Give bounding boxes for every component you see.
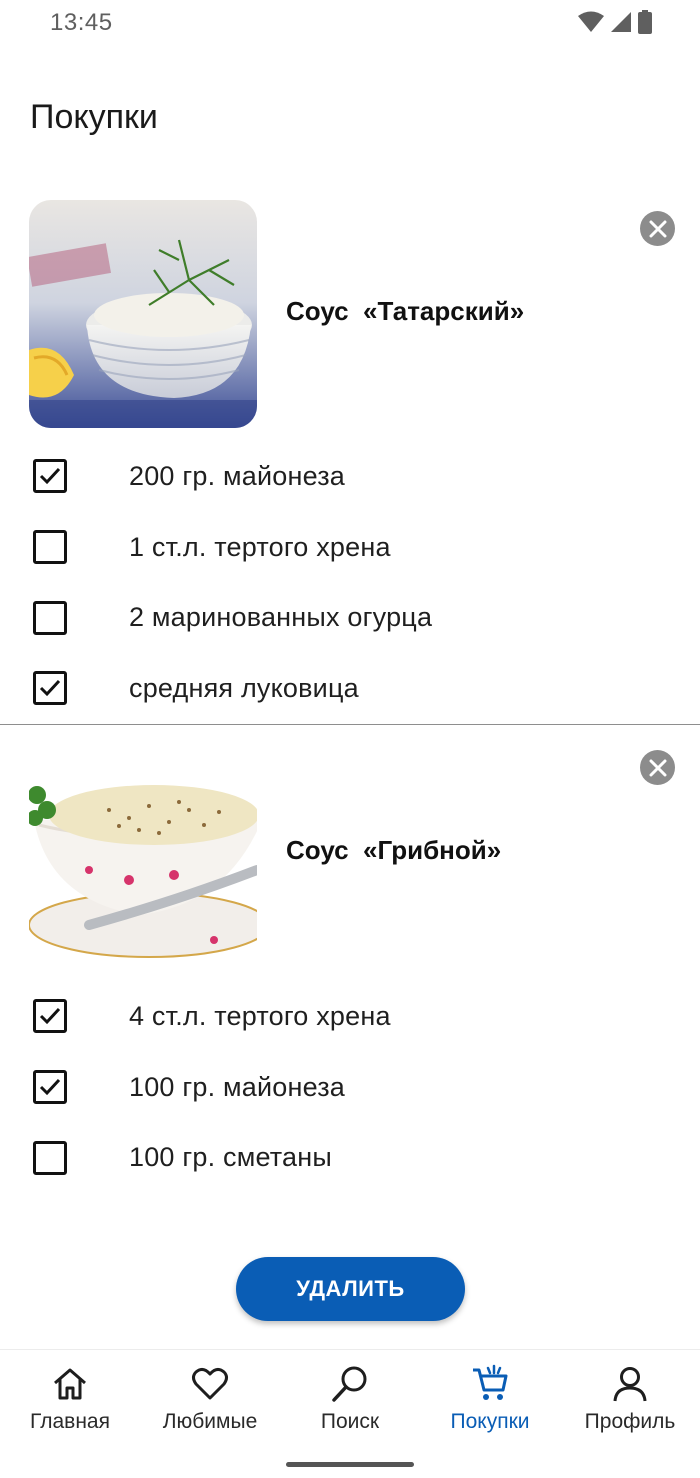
nav-item-profile[interactable]: Профиль xyxy=(560,1364,700,1434)
close-icon xyxy=(649,759,666,776)
ingredient-label: 100 гр. майонеза xyxy=(129,1071,346,1102)
delete-button[interactable]: УДАЛИТЬ xyxy=(236,1257,465,1321)
ingredient-item: 2 маринованных огурца xyxy=(0,582,700,653)
nav-item-search[interactable]: Поиск xyxy=(280,1364,420,1434)
recipe-title: Соус «Татарский» xyxy=(286,296,525,326)
nav-item-home[interactable]: Главная xyxy=(0,1364,140,1434)
battery-icon xyxy=(638,10,652,34)
check-icon xyxy=(39,1008,61,1025)
ingredient-label: средняя луковица xyxy=(129,672,359,703)
ingredient-checkbox[interactable] xyxy=(33,600,67,635)
ingredient-label: 100 гр. сметаны xyxy=(129,1142,332,1173)
nav-item-favorites[interactable]: Любимые xyxy=(140,1364,280,1434)
remove-recipe-button[interactable] xyxy=(640,211,675,246)
close-icon xyxy=(649,220,666,237)
ingredient-checkbox[interactable] xyxy=(33,1140,67,1175)
ingredient-item: 100 гр. сметаны xyxy=(0,1122,700,1193)
ingredient-checkbox[interactable] xyxy=(33,999,67,1034)
nav-label: Любимые xyxy=(162,1410,258,1433)
nav-label: Поиск xyxy=(320,1410,380,1433)
heart-icon xyxy=(192,1367,228,1400)
ingredient-label: 1 ст.л. тертого хрена xyxy=(129,531,391,562)
status-bar: 13:45 xyxy=(0,0,700,48)
search-icon xyxy=(332,1366,367,1402)
nav-label: Профиль xyxy=(584,1410,676,1433)
ingredient-list: 4 ст.л. тертого хрена 100 гр. майонеза 1… xyxy=(0,981,700,1193)
check-icon xyxy=(39,468,61,485)
ingredient-item: 100 гр. майонеза xyxy=(0,1052,700,1123)
ingredient-item: средняя луковица xyxy=(0,653,700,724)
wifi-icon xyxy=(578,11,604,32)
nav-item-shopping[interactable]: Покупки xyxy=(420,1364,560,1434)
nav-label: Главная xyxy=(30,1410,110,1433)
ingredient-item: 4 ст.л. тертого хрена xyxy=(0,981,700,1052)
cellular-signal-icon xyxy=(611,12,631,32)
recipe-image-tartar-sauce xyxy=(29,200,257,428)
profile-icon xyxy=(613,1367,647,1402)
bottom-navigation: Главная Любимые Поиск Покупки Профиль xyxy=(0,1349,700,1478)
home-icon xyxy=(54,1368,86,1400)
remove-recipe-button[interactable] xyxy=(640,750,675,785)
recipe-title: Соус «Грибной» xyxy=(286,835,502,865)
ingredient-label: 2 маринованных огурца xyxy=(129,602,433,633)
ingredient-checkbox[interactable] xyxy=(33,530,67,565)
nav-label: Покупки xyxy=(450,1410,530,1433)
status-icons xyxy=(578,10,652,34)
ingredient-list: 200 гр. майонеза 1 ст.л. тертого хрена 2… xyxy=(0,441,700,724)
ingredient-item: 200 гр. майонеза xyxy=(0,441,700,512)
card-divider xyxy=(0,724,700,725)
ingredient-label: 4 ст.л. тертого хрена xyxy=(129,1000,391,1031)
check-icon xyxy=(39,1079,61,1096)
home-indicator[interactable] xyxy=(286,1462,414,1467)
ingredient-checkbox[interactable] xyxy=(33,1070,67,1105)
ingredient-checkbox[interactable] xyxy=(33,671,67,706)
check-icon xyxy=(39,680,61,697)
status-time: 13:45 xyxy=(50,9,113,36)
recipe-image-mushroom-sauce xyxy=(29,740,257,967)
ingredient-item: 1 ст.л. тертого хрена xyxy=(0,512,700,583)
ingredient-checkbox[interactable] xyxy=(33,459,67,494)
cart-icon xyxy=(473,1364,508,1400)
ingredient-label: 200 гр. майонеза xyxy=(129,460,346,491)
page-title: Покупки xyxy=(30,98,158,136)
